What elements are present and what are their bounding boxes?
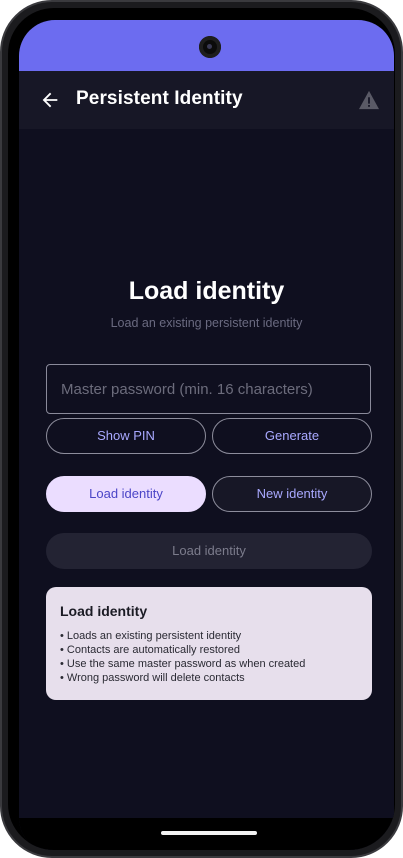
load-identity-mode-button[interactable]: Load identity: [46, 476, 206, 512]
section-heading: Load identity: [128, 277, 285, 305]
warning-triangle-icon[interactable]: [358, 90, 380, 110]
screen: Persistent Identity Load identity Load a…: [19, 20, 394, 850]
load-identity-button[interactable]: Load identity: [46, 533, 372, 569]
master-password-input[interactable]: [46, 364, 371, 414]
front-camera-icon: [199, 36, 221, 58]
status-bar: [19, 20, 394, 71]
generate-button[interactable]: Generate: [212, 418, 372, 454]
show-pin-button[interactable]: Show PIN: [46, 418, 206, 454]
phone-frame: Persistent Identity Load identity Load a…: [0, 0, 403, 858]
info-card-line: • Use the same master password as when c…: [60, 658, 306, 670]
page-title: Persistent Identity: [76, 88, 243, 109]
main-content: Load identity Load an existing persisten…: [19, 129, 394, 850]
home-indicator[interactable]: [161, 831, 257, 835]
info-card-title: Load identity: [60, 603, 148, 619]
gesture-nav-bar: [19, 818, 394, 850]
info-card-line: • Wrong password will delete contacts: [60, 672, 245, 684]
arrow-left-icon[interactable]: [39, 89, 61, 111]
new-identity-mode-button[interactable]: New identity: [212, 476, 372, 512]
info-card-line: • Contacts are automatically restored: [60, 644, 240, 656]
info-card-line: • Loads an existing persistent identity: [60, 630, 242, 642]
info-card: Load identity • Loads an existing persis…: [46, 587, 372, 700]
app-bar: Persistent Identity: [19, 71, 394, 129]
section-subheading: Load an existing persistent identity: [110, 316, 303, 330]
phone-bezel: Persistent Identity Load identity Load a…: [8, 8, 395, 850]
